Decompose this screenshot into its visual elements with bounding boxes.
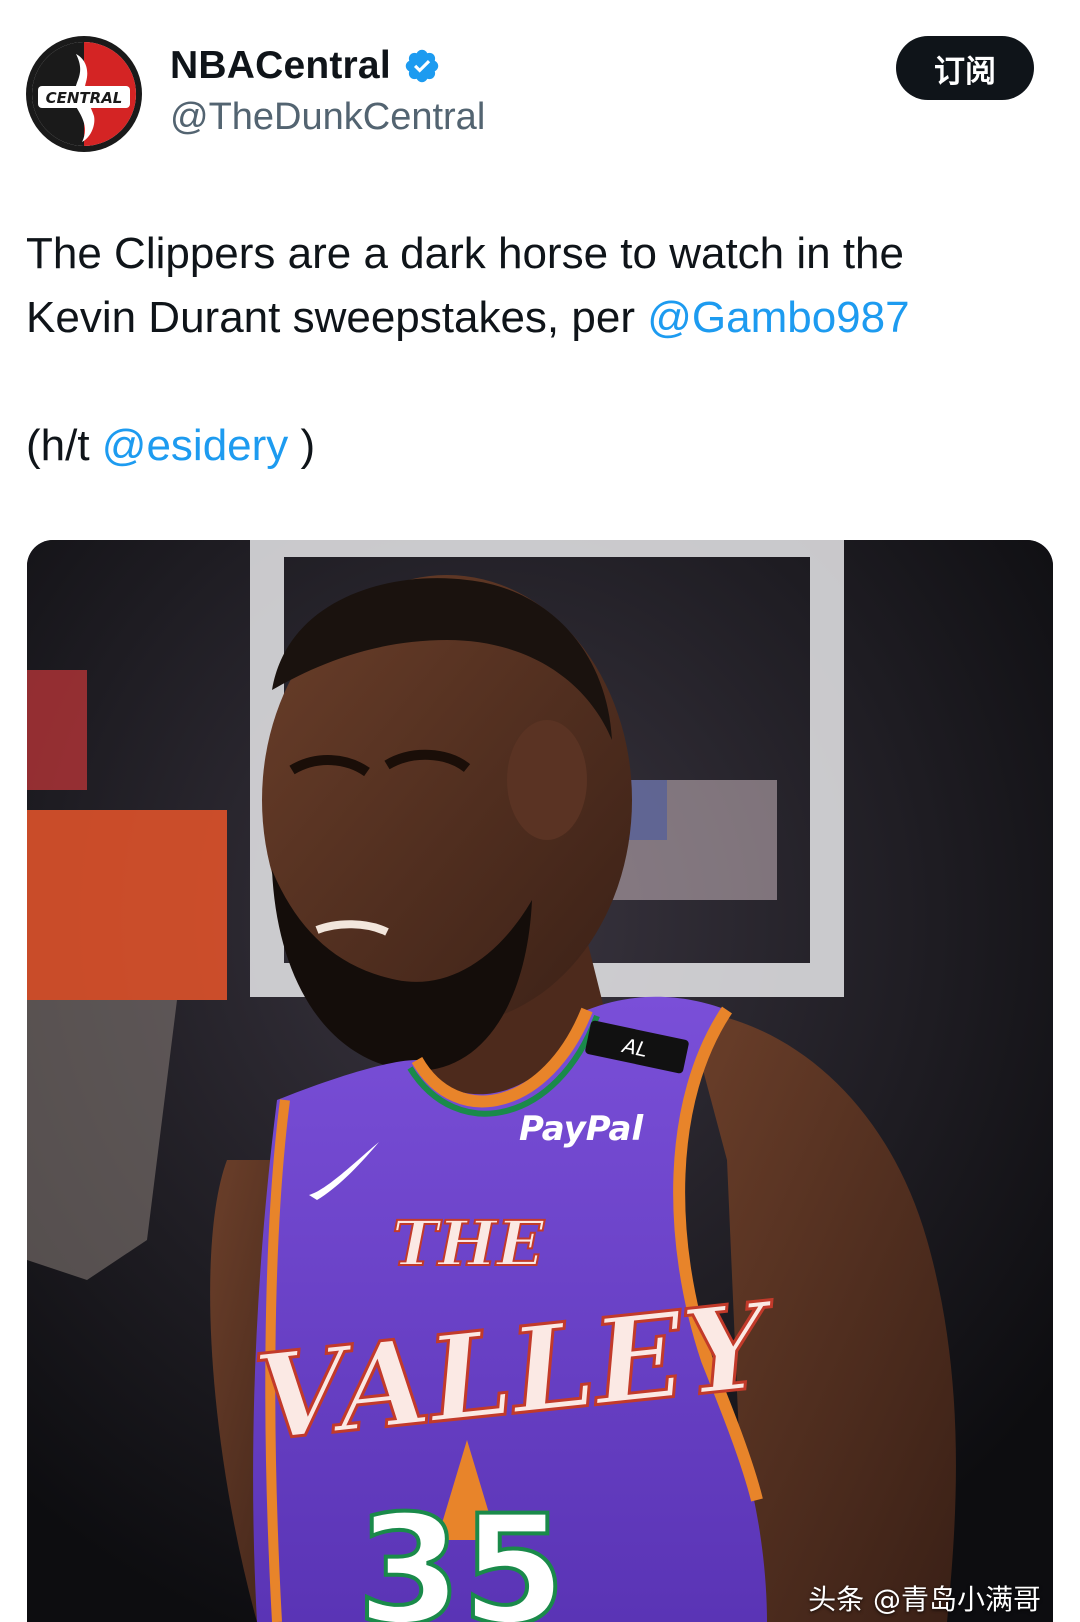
tweet-line-2-text: Kevin Durant sweepstakes, per (26, 293, 648, 342)
jersey-number: 35 (357, 1484, 566, 1622)
mention-link-esidery[interactable]: @esidery (102, 421, 289, 470)
tweet-body: The Clippers are a dark horse to watch i… (26, 222, 1056, 350)
jersey-sponsor: PayPal (519, 1109, 644, 1149)
hat-tip-line: (h/t @esidery ) (26, 414, 315, 478)
display-name[interactable]: NBACentral (170, 44, 391, 88)
tweet-line-1: The Clippers are a dark horse to watch i… (26, 229, 905, 278)
subscribe-button[interactable]: 订阅 (896, 36, 1034, 100)
tweet-header: CENTRAL NBACentral @TheDunkCentral 订阅 (0, 0, 1080, 190)
mention-link-gambo[interactable]: @Gambo987 (647, 293, 909, 342)
jersey-text-top: THE (392, 1207, 545, 1280)
watermark: 头条 @青岛小满哥 (808, 1583, 1041, 1616)
tweet-line-2: Kevin Durant sweepstakes, per @Gambo987 (26, 286, 1056, 350)
hat-tip-suffix: ) (288, 421, 316, 470)
nba-central-logo-icon[interactable]: CENTRAL (24, 34, 144, 154)
verified-badge-icon (403, 47, 441, 85)
tweet-photo[interactable]: AL PayPal THE VALLEY 35 头条 @青岛小满哥 (27, 540, 1053, 1622)
user-handle[interactable]: @TheDunkCentral (170, 96, 485, 139)
svg-text:CENTRAL: CENTRAL (46, 89, 123, 107)
basket-rim (27, 810, 227, 1000)
name-row: NBACentral (170, 44, 441, 88)
hat-tip-prefix: (h/t (26, 421, 102, 470)
